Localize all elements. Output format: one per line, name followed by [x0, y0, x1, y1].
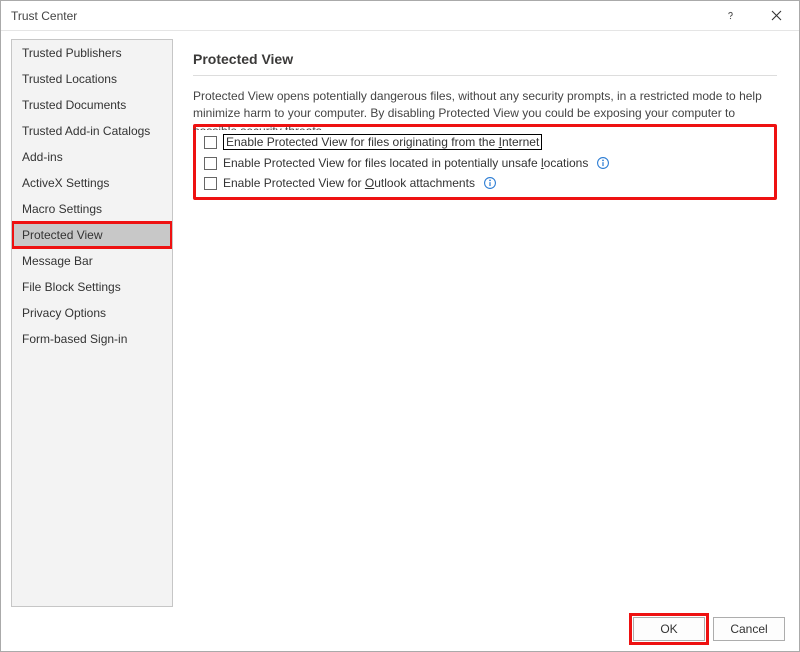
checkbox-icon[interactable] [204, 157, 217, 170]
option-label: Enable Protected View for Outlook attach… [223, 176, 475, 190]
sidebar-item-protected-view[interactable]: Protected View [12, 222, 172, 248]
section-header: Protected View [193, 51, 777, 76]
sidebar-item-file-block-settings[interactable]: File Block Settings [12, 274, 172, 300]
dialog-footer: OK Cancel [1, 607, 799, 651]
sidebar-item-trusted-documents[interactable]: Trusted Documents [12, 92, 172, 118]
info-icon[interactable] [596, 156, 610, 170]
sidebar-item-activex-settings[interactable]: ActiveX Settings [12, 170, 172, 196]
sidebar-item-label: Message Bar [22, 254, 93, 268]
help-button[interactable] [707, 1, 753, 31]
window-title: Trust Center [11, 9, 707, 23]
sidebar-item-label: ActiveX Settings [22, 176, 109, 190]
option-label: Enable Protected View for files located … [223, 156, 588, 170]
content-pane: Protected View Protected View opens pote… [173, 39, 789, 607]
option-outlook-attachments[interactable]: Enable Protected View for Outlook attach… [202, 173, 768, 193]
sidebar-item-label: Privacy Options [22, 306, 106, 320]
sidebar: Trusted Publishers Trusted Locations Tru… [11, 39, 173, 607]
checkbox-icon[interactable] [204, 177, 217, 190]
sidebar-item-addins[interactable]: Add-ins [12, 144, 172, 170]
sidebar-item-label: File Block Settings [22, 280, 121, 294]
cancel-button[interactable]: Cancel [713, 617, 785, 641]
sidebar-item-label: Trusted Locations [22, 72, 117, 86]
sidebar-item-trusted-publishers[interactable]: Trusted Publishers [12, 40, 172, 66]
option-unsafe-locations[interactable]: Enable Protected View for files located … [202, 153, 768, 173]
sidebar-item-label: Macro Settings [22, 202, 102, 216]
sidebar-item-form-based-signin[interactable]: Form-based Sign-in [12, 326, 172, 352]
sidebar-item-trusted-locations[interactable]: Trusted Locations [12, 66, 172, 92]
close-icon [771, 10, 782, 21]
sidebar-item-privacy-options[interactable]: Privacy Options [12, 300, 172, 326]
checkbox-icon[interactable] [204, 136, 217, 149]
ok-button[interactable]: OK [633, 617, 705, 641]
option-internet[interactable]: Enable Protected View for files originat… [202, 131, 768, 153]
help-icon [725, 10, 736, 21]
sidebar-item-trusted-addin-catalogs[interactable]: Trusted Add-in Catalogs [12, 118, 172, 144]
sidebar-item-label: Protected View [22, 228, 103, 242]
sidebar-item-macro-settings[interactable]: Macro Settings [12, 196, 172, 222]
ok-label: OK [660, 622, 677, 636]
sidebar-item-label: Form-based Sign-in [22, 332, 127, 346]
sidebar-item-label: Trusted Add-in Catalogs [22, 124, 150, 138]
info-icon[interactable] [483, 176, 497, 190]
close-button[interactable] [753, 1, 799, 31]
sidebar-item-label: Trusted Publishers [22, 46, 122, 60]
sidebar-item-message-bar[interactable]: Message Bar [12, 248, 172, 274]
sidebar-item-label: Trusted Documents [22, 98, 126, 112]
options-group: Enable Protected View for files originat… [193, 124, 777, 200]
option-label: Enable Protected View for files originat… [223, 134, 542, 150]
sidebar-item-label: Add-ins [22, 150, 63, 164]
titlebar: Trust Center [1, 1, 799, 31]
cancel-label: Cancel [730, 622, 767, 636]
dialog-body: Trusted Publishers Trusted Locations Tru… [1, 31, 799, 607]
